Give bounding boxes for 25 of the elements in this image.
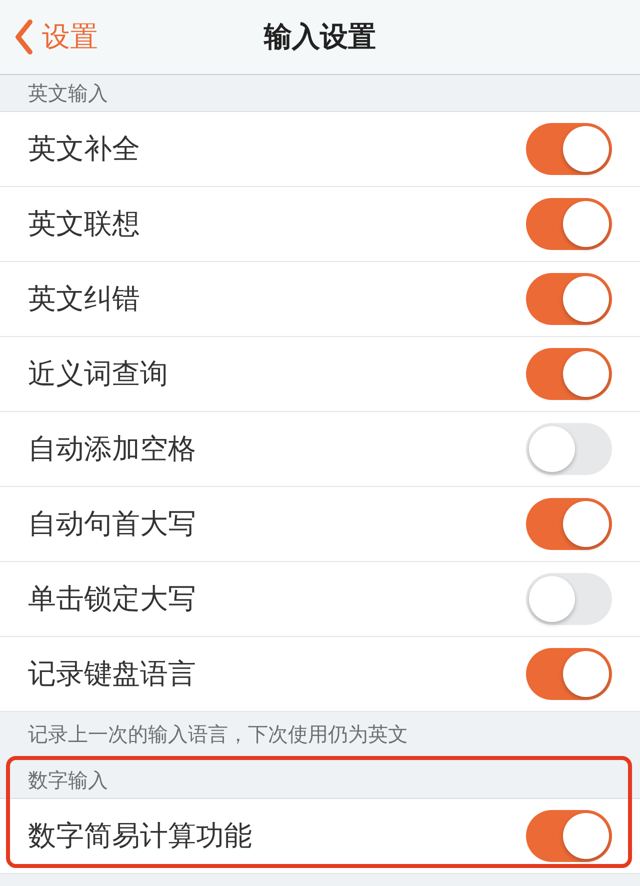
setting-label: 自动添加空格 — [28, 431, 196, 467]
section-header: 数字输入 — [28, 766, 108, 794]
toggle-switch[interactable] — [526, 423, 612, 475]
page-title: 输入设置 — [264, 19, 376, 55]
back-label: 设置 — [42, 19, 98, 55]
section-footer: 记录上一次的输入语言，下次使用仍为英文 — [28, 721, 408, 748]
back-button[interactable]: 设置 — [14, 18, 98, 56]
toggle-switch[interactable] — [526, 198, 612, 250]
setting-label: 记录键盘语言 — [28, 656, 196, 692]
setting-label: 近义词查询 — [28, 356, 168, 392]
setting-label: 自动句首大写 — [28, 506, 196, 542]
toggle-switch[interactable] — [526, 348, 612, 400]
setting-label: 英文纠错 — [28, 281, 140, 317]
setting-label: 英文补全 — [28, 131, 140, 167]
toggle-switch[interactable] — [526, 573, 612, 625]
toggle-switch[interactable] — [526, 498, 612, 550]
setting-label: 数字简易计算功能 — [28, 818, 252, 854]
toggle-switch[interactable] — [526, 810, 612, 862]
chevron-left-icon — [14, 19, 34, 55]
toggle-switch[interactable] — [526, 123, 612, 175]
section-header: 英文输入 — [28, 80, 108, 106]
toggle-switch[interactable] — [526, 648, 612, 700]
toggle-switch[interactable] — [526, 273, 612, 325]
setting-label: 英文联想 — [28, 206, 140, 242]
setting-label: 单击锁定大写 — [28, 581, 196, 617]
